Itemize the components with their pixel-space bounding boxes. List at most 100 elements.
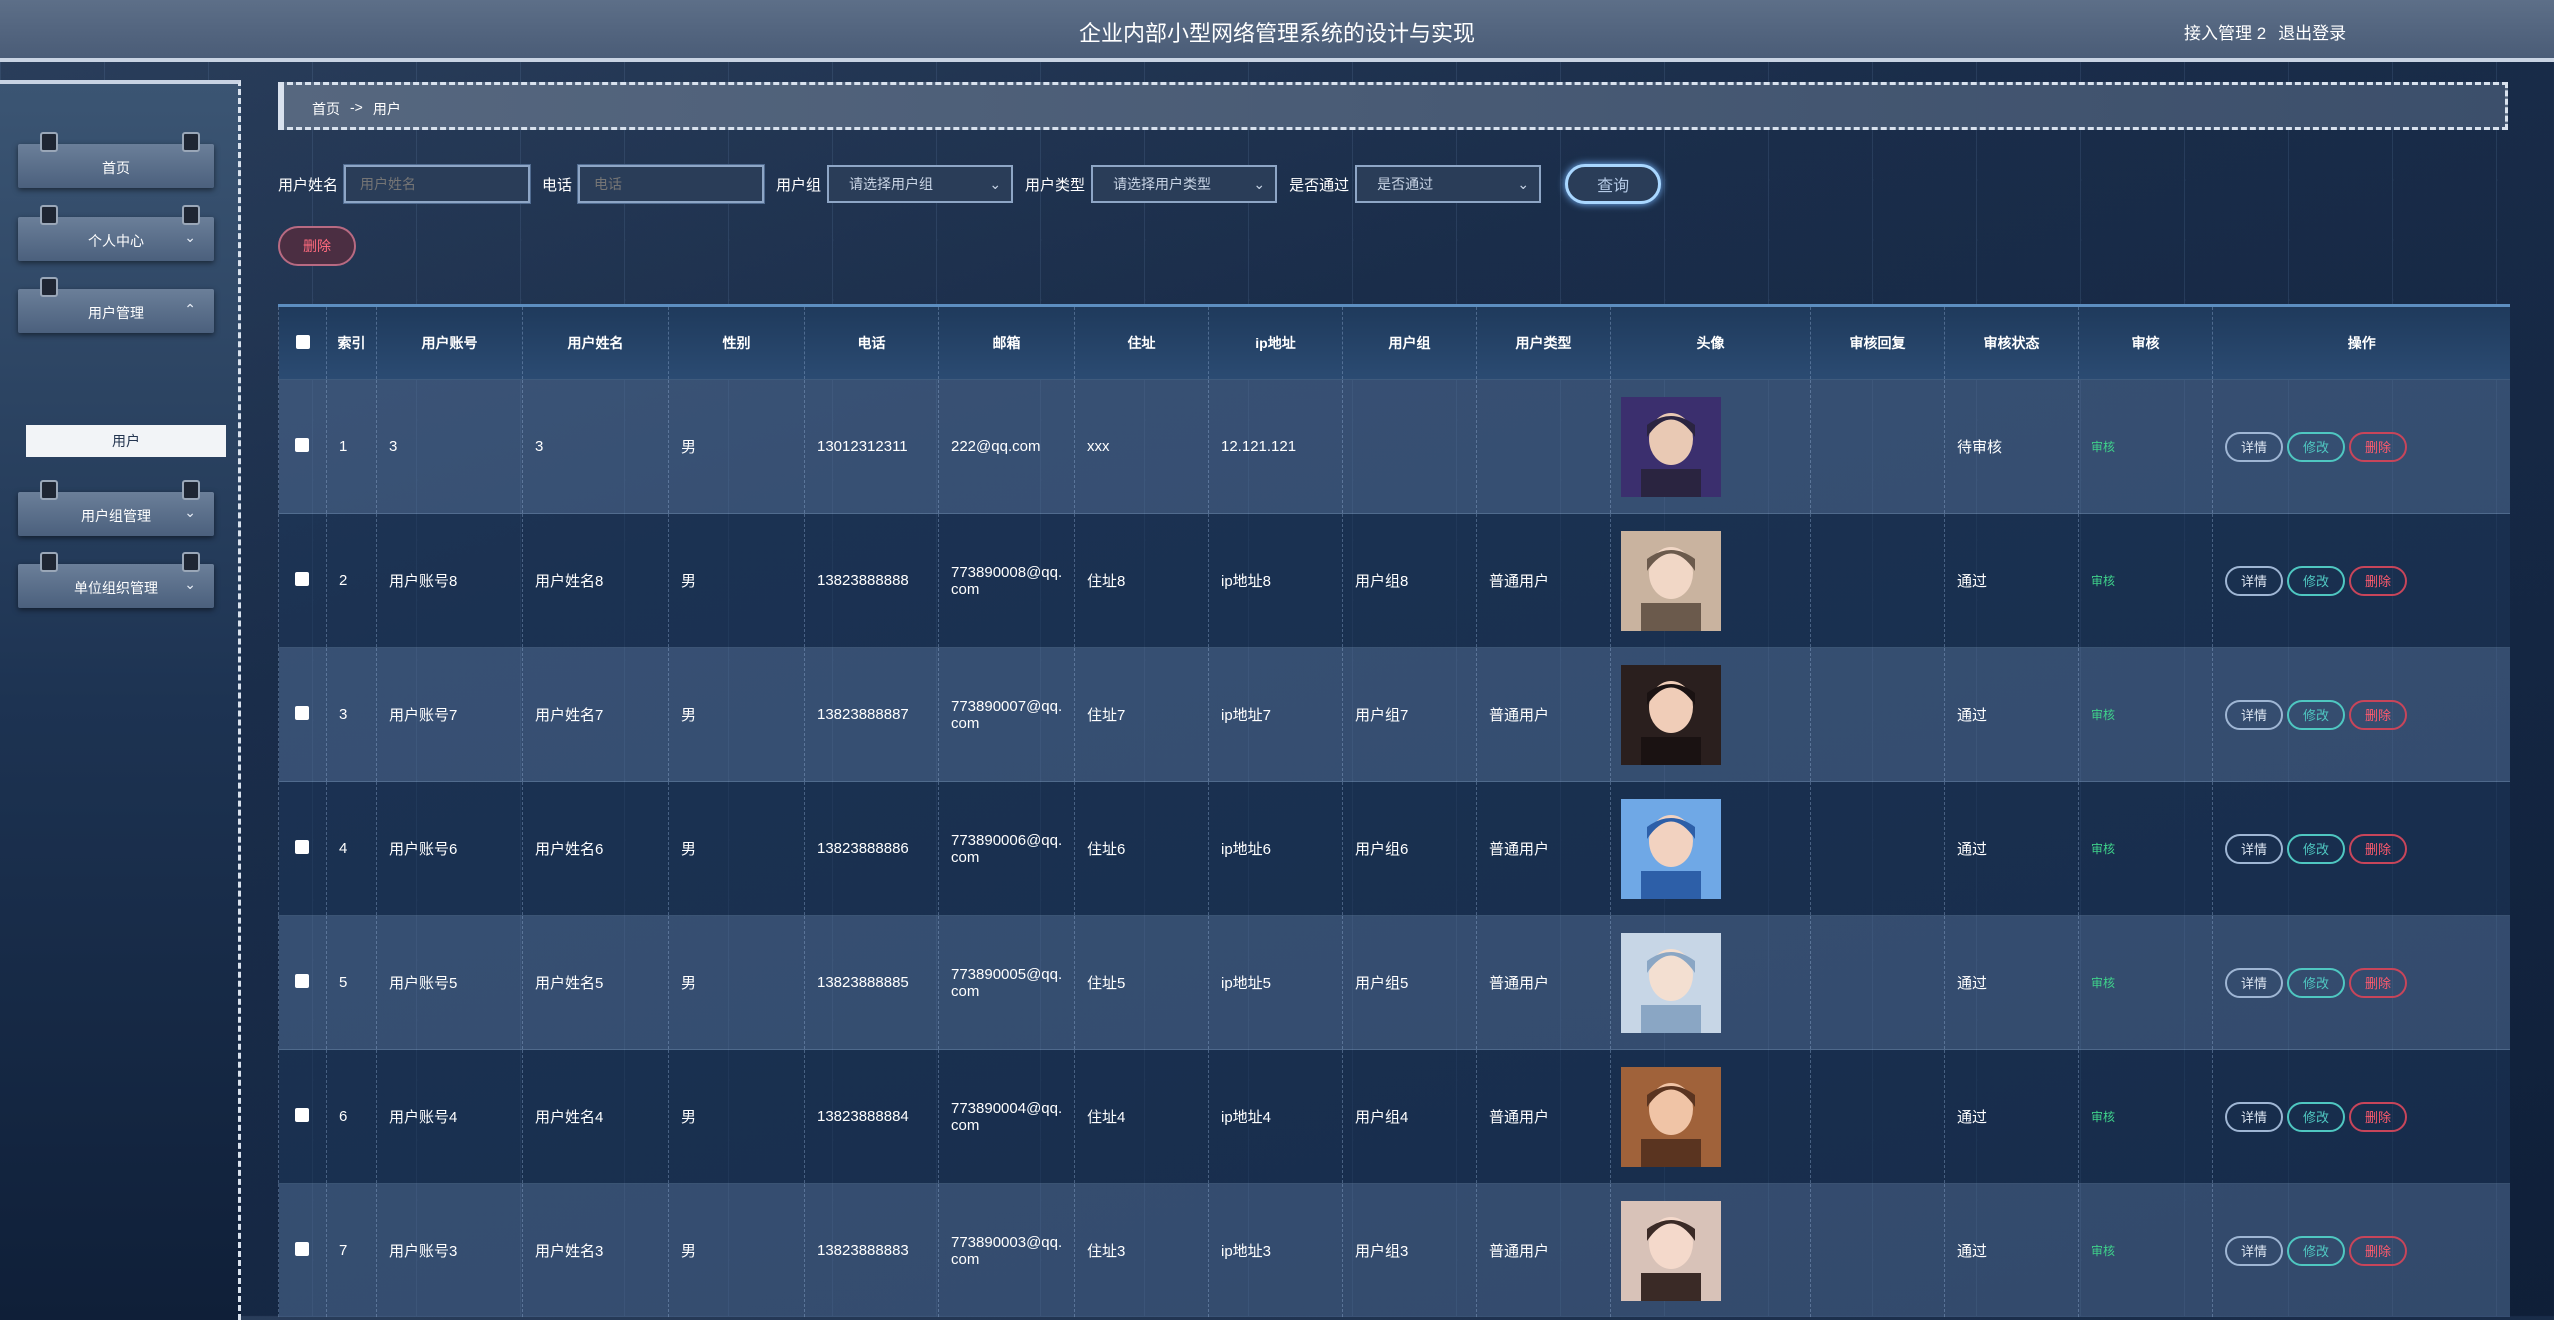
detail-button[interactable]: 详情: [2225, 1101, 2283, 1132]
chevron-down-icon: ⌄: [1517, 176, 1530, 192]
row-checkbox[interactable]: [295, 1241, 309, 1256]
detail-button[interactable]: 详情: [2225, 967, 2283, 998]
cell-group: 用户组4: [1342, 1049, 1477, 1184]
current-user[interactable]: 接入管理 2: [2184, 19, 2266, 44]
select-all-header[interactable]: [278, 307, 327, 380]
col-header: 用户类型: [1476, 307, 1611, 380]
cell-account: 用户账号5: [376, 915, 523, 1050]
table-row: 4 用户账号6 用户姓名6 男 13823888886 773890006@qq.com 住…: [278, 781, 2510, 916]
delete-button[interactable]: 删除: [2349, 1235, 2407, 1266]
row-select-cell[interactable]: [278, 781, 327, 916]
row-select-cell[interactable]: [278, 647, 327, 782]
sidebar-item-home[interactable]: 首页: [18, 132, 214, 188]
type-select[interactable]: 请选择用户类型 ⌄: [1091, 165, 1278, 203]
row-select-cell[interactable]: [278, 379, 327, 514]
query-button[interactable]: 查询: [1565, 164, 1662, 204]
group-label: 用户组: [776, 176, 822, 194]
row-select-cell[interactable]: [278, 513, 327, 648]
audit-link[interactable]: 审核: [2091, 1244, 2115, 1258]
delete-button[interactable]: 删除: [2349, 1101, 2407, 1132]
delete-button[interactable]: 删除: [2349, 699, 2407, 730]
audit-link[interactable]: 审核: [2091, 1110, 2115, 1124]
detail-button[interactable]: 详情: [2225, 699, 2283, 730]
edit-button[interactable]: 修改: [2287, 565, 2345, 596]
row-select-cell[interactable]: [278, 1049, 327, 1184]
breadcrumb-home[interactable]: 首页: [312, 99, 340, 119]
cell-phone: 13823888887: [804, 647, 939, 782]
row-select-cell[interactable]: [278, 915, 327, 1050]
cell-gender: 男: [668, 513, 805, 648]
row-select-cell[interactable]: [278, 1183, 327, 1317]
audit-link[interactable]: 审核: [2091, 440, 2115, 454]
audit-link[interactable]: 审核: [2091, 976, 2115, 990]
delete-button[interactable]: 删除: [2349, 565, 2407, 596]
cell-audit: 审核: [2078, 1183, 2213, 1317]
cell-group: [1342, 379, 1477, 514]
clip-icon: [40, 552, 58, 572]
row-checkbox[interactable]: [295, 705, 309, 720]
cell-name: 用户姓名5: [522, 915, 669, 1050]
cell-reply: [1810, 513, 1945, 648]
group-select[interactable]: 请选择用户组 ⌄: [827, 165, 1014, 203]
table-row: 2 用户账号8 用户姓名8 男 13823888888 773890008@qq.com 住…: [278, 513, 2510, 648]
phone-label: 电话: [542, 176, 573, 194]
sidebar-subitem-users[interactable]: 用户: [26, 425, 226, 457]
row-checkbox[interactable]: [295, 571, 309, 586]
cell-email: 773890007@qq.com: [938, 647, 1075, 782]
name-label: 用户姓名: [278, 176, 339, 194]
delete-button[interactable]: 删除: [2349, 967, 2407, 998]
cell-avatar: [1610, 647, 1811, 782]
delete-button[interactable]: 删除: [2349, 431, 2407, 462]
sidebar-item-personal-center[interactable]: 个人中心 ⌄: [18, 205, 214, 261]
sidebar-item-org-management[interactable]: 单位组织管理 ⌄: [18, 552, 214, 608]
phone-input[interactable]: [577, 164, 766, 204]
logout-link[interactable]: 退出登录: [2278, 19, 2346, 44]
row-checkbox[interactable]: [295, 1107, 309, 1122]
clip-icon: [182, 480, 200, 500]
col-header: 性别: [668, 307, 805, 380]
cell-account: 用户账号3: [376, 1183, 523, 1317]
cell-account: 用户账号6: [376, 781, 523, 916]
audit-link[interactable]: 审核: [2091, 574, 2115, 588]
cell-name: 用户姓名4: [522, 1049, 669, 1184]
detail-button[interactable]: 详情: [2225, 1235, 2283, 1266]
cell-status: 通过: [1944, 781, 2079, 916]
detail-button[interactable]: 详情: [2225, 565, 2283, 596]
edit-button[interactable]: 修改: [2287, 833, 2345, 864]
edit-button[interactable]: 修改: [2287, 699, 2345, 730]
cell-avatar: [1610, 1049, 1811, 1184]
row-checkbox[interactable]: [295, 839, 309, 854]
cell-status: 通过: [1944, 1049, 2079, 1184]
edit-button[interactable]: 修改: [2287, 431, 2345, 462]
cell-type: 普通用户: [1476, 1183, 1611, 1317]
breadcrumb-current: 用户: [372, 101, 401, 117]
select-all-checkbox[interactable]: [295, 334, 310, 349]
cell-audit: 审核: [2078, 1049, 2213, 1184]
edit-button[interactable]: 修改: [2287, 967, 2345, 998]
audit-link[interactable]: 审核: [2091, 842, 2115, 856]
name-input[interactable]: [343, 164, 532, 204]
row-checkbox[interactable]: [295, 973, 309, 988]
top-header: 企业内部小型网络管理系统的设计与实现 接入管理 2 退出登录: [0, 0, 2554, 62]
cell-index: 6: [326, 1049, 377, 1184]
cell-phone: 13823888884: [804, 1049, 939, 1184]
batch-delete-button[interactable]: 删除: [278, 226, 356, 266]
delete-button[interactable]: 删除: [2349, 833, 2407, 864]
edit-button[interactable]: 修改: [2287, 1235, 2345, 1266]
pass-select[interactable]: 是否通过 ⌄: [1355, 165, 1542, 203]
breadcrumb-separator: ->: [350, 99, 363, 115]
edit-button[interactable]: 修改: [2287, 1101, 2345, 1132]
row-checkbox[interactable]: [295, 437, 309, 452]
detail-button[interactable]: 详情: [2225, 833, 2283, 864]
detail-button[interactable]: 详情: [2225, 431, 2283, 462]
sidebar-item-user-management[interactable]: 用户管理 ⌃: [18, 277, 214, 333]
cell-avatar: [1610, 781, 1811, 916]
table-row: 5 用户账号5 用户姓名5 男 13823888885 773890005@qq.com 住…: [278, 915, 2510, 1050]
col-header: 审核状态: [1944, 307, 2079, 380]
chevron-down-icon: ⌄: [184, 229, 196, 245]
audit-link[interactable]: 审核: [2091, 708, 2115, 722]
col-header: 用户姓名: [522, 307, 669, 380]
cell-ops: 详情 修改 删除: [2212, 781, 2510, 916]
cell-type: 普通用户: [1476, 781, 1611, 916]
sidebar-item-usergroup-management[interactable]: 用户组管理 ⌄: [18, 480, 214, 536]
